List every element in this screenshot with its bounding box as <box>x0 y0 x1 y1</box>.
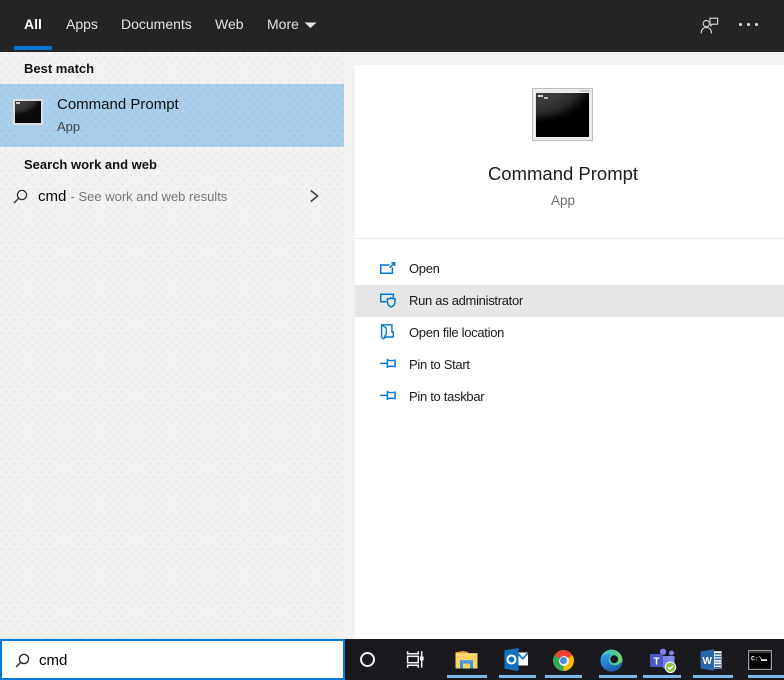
svg-text:T: T <box>653 656 659 667</box>
svg-text:W: W <box>702 656 712 667</box>
svg-text:C:\: C:\ <box>751 656 763 663</box>
